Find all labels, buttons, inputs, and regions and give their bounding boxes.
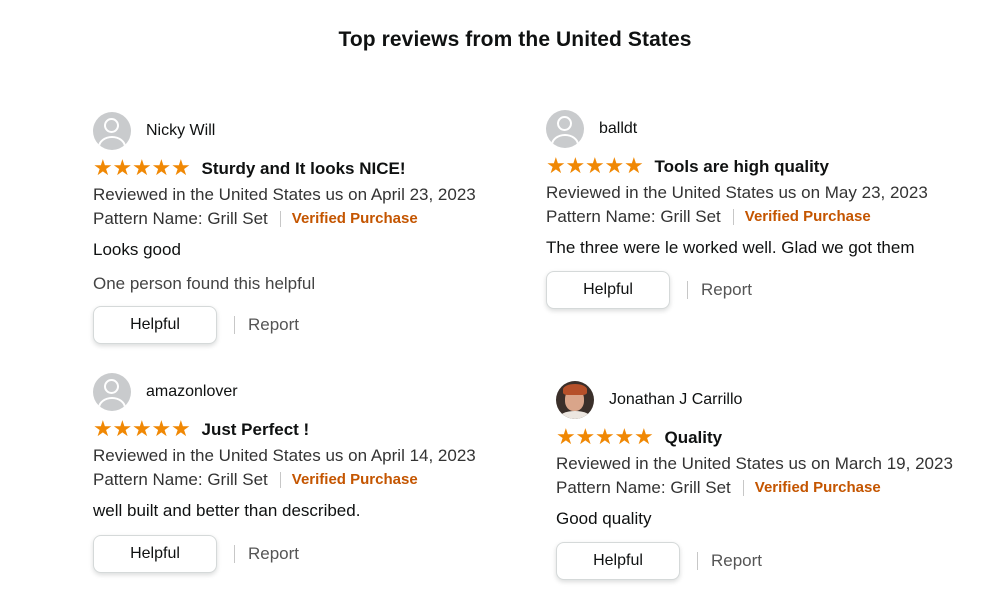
pattern-name: Pattern Name: Grill Set [546,207,721,226]
review-body: Good quality [556,509,652,528]
report-link[interactable]: Report [248,544,299,564]
star-icon: ★ [171,417,191,442]
verified-purchase-badge: Verified Purchase [754,479,881,496]
divider [234,316,235,334]
review-body: well built and better than described. [93,501,361,520]
review-title[interactable]: Just Perfect ! [202,420,310,440]
report-link[interactable]: Report [701,280,752,300]
star-icon: ★ [585,154,605,179]
report-link[interactable]: Report [711,551,762,571]
review-card: Jonathan J Carrillo ★ ★ ★ ★ ★ Quality Review… [556,381,996,580]
reviewer-name[interactable]: balldt [599,120,637,138]
star-icon: ★ [93,156,113,181]
report-link[interactable]: Report [248,315,299,335]
reviewer-profile[interactable]: amazonlover [93,373,533,411]
review-date: Reviewed in the United States us on May … [546,183,928,202]
helpful-count: One person found this helpful [93,274,316,293]
star-icon: ★ [565,154,586,179]
helpful-button[interactable]: Helpful [556,542,680,580]
reviewer-profile[interactable]: Nicky Will [93,112,533,150]
star-rating[interactable]: ★ ★ ★ ★ ★ [93,419,191,441]
section-heading: Top reviews from the United States [338,28,692,51]
star-icon: ★ [171,156,191,181]
verified-purchase-badge: Verified Purchase [291,210,418,227]
reviewer-photo-avatar [556,381,594,419]
review-body: The three were le worked well. Glad we g… [546,238,915,257]
verified-purchase-badge: Verified Purchase [291,471,418,488]
divider [234,545,235,563]
pattern-name: Pattern Name: Grill Set [93,209,268,228]
star-icon: ★ [112,156,133,181]
star-icon: ★ [93,417,113,442]
review-date: Reviewed in the United States us on Apri… [93,446,476,465]
star-icon: ★ [634,425,654,450]
reviewer-name[interactable]: Nicky Will [146,122,215,140]
reviewer-name[interactable]: amazonlover [146,383,238,401]
review-card: balldt ★ ★ ★ ★ ★ Tools are high quality Revi… [546,110,986,309]
star-icon: ★ [151,156,172,181]
star-icon: ★ [132,156,152,181]
review-title[interactable]: Quality [665,428,723,448]
divider [279,211,281,227]
review-card: amazonlover ★ ★ ★ ★ ★ Just Perfect ! Reviewe… [93,373,533,573]
default-avatar-icon [546,110,584,148]
star-icon: ★ [614,425,635,450]
star-rating[interactable]: ★ ★ ★ ★ ★ [93,158,191,180]
reviewer-profile[interactable]: balldt [546,110,986,148]
divider [742,480,744,496]
star-icon: ★ [132,417,152,442]
star-icon: ★ [604,154,625,179]
review-date: Reviewed in the United States us on Marc… [556,454,953,473]
review-body: Looks good [93,240,181,259]
default-avatar-icon [93,112,131,150]
review-date: Reviewed in the United States us on Apri… [93,185,476,204]
star-icon: ★ [575,425,596,450]
helpful-button[interactable]: Helpful [546,271,670,309]
pattern-name: Pattern Name: Grill Set [556,478,731,497]
reviewer-name[interactable]: Jonathan J Carrillo [609,391,742,409]
review-card: Nicky Will ★ ★ ★ ★ ★ Sturdy and It looks NIC… [93,112,533,344]
helpful-button[interactable]: Helpful [93,306,217,344]
star-icon: ★ [112,417,133,442]
pattern-name: Pattern Name: Grill Set [93,470,268,489]
review-title[interactable]: Sturdy and It looks NICE! [202,159,406,179]
star-icon: ★ [624,154,644,179]
review-title[interactable]: Tools are high quality [655,157,829,177]
star-icon: ★ [556,425,576,450]
star-icon: ★ [595,425,615,450]
divider [732,209,734,225]
helpful-button[interactable]: Helpful [93,535,217,573]
reviews-panel: Top reviews from the United States Nicky… [0,0,1000,610]
divider [697,552,698,570]
star-rating[interactable]: ★ ★ ★ ★ ★ [556,427,654,449]
reviewer-profile[interactable]: Jonathan J Carrillo [556,381,996,419]
star-icon: ★ [151,417,172,442]
default-avatar-icon [93,373,131,411]
divider [279,472,281,488]
star-icon: ★ [546,154,566,179]
divider [687,281,688,299]
star-rating[interactable]: ★ ★ ★ ★ ★ [546,156,644,178]
verified-purchase-badge: Verified Purchase [744,208,871,225]
